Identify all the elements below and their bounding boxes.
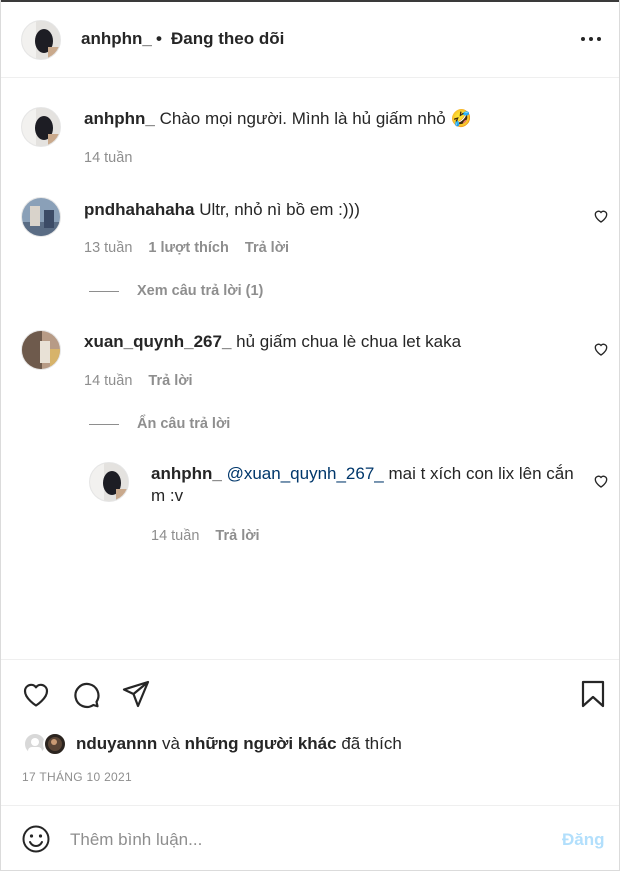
likes-text: nduyannn và những người khác đã thích	[76, 734, 402, 754]
avatar[interactable]	[89, 462, 129, 502]
like-comment-heart-icon[interactable]	[593, 341, 609, 357]
like-comment-heart-icon[interactable]	[593, 473, 609, 489]
caption-username[interactable]: anhphn_	[84, 109, 155, 128]
hide-replies-label: Ẩn câu trả lời	[137, 416, 231, 432]
comment-icon[interactable]	[71, 679, 101, 709]
avatar[interactable]	[21, 330, 61, 370]
reply-time[interactable]: 14 tuần	[151, 528, 199, 544]
comment-time[interactable]: 13 tuần	[84, 240, 132, 256]
comment-text: pndhahahaha Ultr, nhỏ nì bồ em :)))	[84, 199, 574, 221]
divider-line	[89, 290, 119, 292]
liker-avatar	[43, 732, 67, 756]
comment-meta: 14 tuần Trả lời	[84, 373, 205, 389]
avatar[interactable]	[21, 197, 61, 237]
comment-text: xuan_quynh_267_ hủ giấm chua lè chua let…	[84, 331, 574, 353]
likes-liked: đã thích	[341, 734, 402, 753]
comment-username[interactable]: xuan_quynh_267_	[84, 332, 231, 351]
liker-username[interactable]: nduyannn	[76, 734, 157, 753]
reply-username[interactable]: anhphn_	[151, 464, 222, 483]
add-comment-bar: Đăng	[0, 805, 620, 871]
caption-body: Chào mọi người. Mình là hủ giấm nhỏ 🤣	[159, 109, 472, 128]
emoji-icon[interactable]	[21, 824, 51, 854]
likes-and: và	[161, 734, 180, 753]
comment-likes[interactable]: 1 lượt thích	[148, 240, 228, 256]
avatar[interactable]	[21, 20, 61, 60]
divider-line	[89, 423, 119, 425]
reply-button[interactable]: Trả lời	[148, 373, 192, 389]
reply-meta: 14 tuần Trả lời	[151, 528, 272, 544]
comment-input[interactable]	[70, 828, 540, 852]
view-replies-button[interactable]: Xem câu trả lời (1)	[89, 283, 263, 299]
reply-text: anhphn_ @xuan_quynh_267_ mai t xích con …	[151, 463, 576, 507]
header-separator: •	[156, 29, 162, 48]
avatar[interactable]	[21, 107, 61, 147]
post-comment-button[interactable]: Đăng	[562, 830, 605, 850]
more-horizontal-icon[interactable]	[578, 26, 604, 52]
comment-username[interactable]: pndhahahaha	[84, 200, 195, 219]
post-date[interactable]: 17 THÁNG 10 2021	[22, 770, 132, 784]
view-replies-label: Xem câu trả lời (1)	[137, 283, 264, 299]
comment-meta: 13 tuần 1 lượt thích Trả lời	[84, 240, 301, 256]
heart-icon[interactable]	[21, 679, 51, 709]
comment-body: hủ giấm chua lè chua let kaka	[236, 332, 462, 351]
mention-link[interactable]: @xuan_quynh_267_	[227, 464, 384, 483]
action-bar: nduyannn và những người khác đã thích 17…	[0, 659, 620, 805]
bookmark-icon[interactable]	[578, 679, 608, 709]
likes-summary: nduyannn và những người khác đã thích	[21, 730, 620, 758]
like-comment-heart-icon[interactable]	[593, 208, 609, 224]
share-icon[interactable]	[121, 679, 151, 709]
liker-others[interactable]: những người khác	[185, 734, 337, 753]
comment-time[interactable]: 14 tuần	[84, 373, 132, 389]
caption-text: anhphn_ Chào mọi người. Mình là hủ giấm …	[84, 108, 584, 130]
header-username[interactable]: anhphn_	[81, 29, 152, 49]
comment-body: Ultr, nhỏ nì bồ em :)))	[199, 200, 360, 219]
hide-replies-button[interactable]: Ẩn câu trả lời	[89, 416, 230, 432]
follow-status-button[interactable]: Đang theo dõi	[171, 29, 284, 49]
caption-time[interactable]: 14 tuần	[84, 150, 132, 166]
caption-meta: 14 tuần	[84, 150, 144, 166]
reply-button[interactable]: Trả lời	[245, 240, 289, 256]
post-header: anhphn_ • Đang theo dõi	[0, 0, 620, 78]
reply-button[interactable]: Trả lời	[215, 528, 259, 544]
